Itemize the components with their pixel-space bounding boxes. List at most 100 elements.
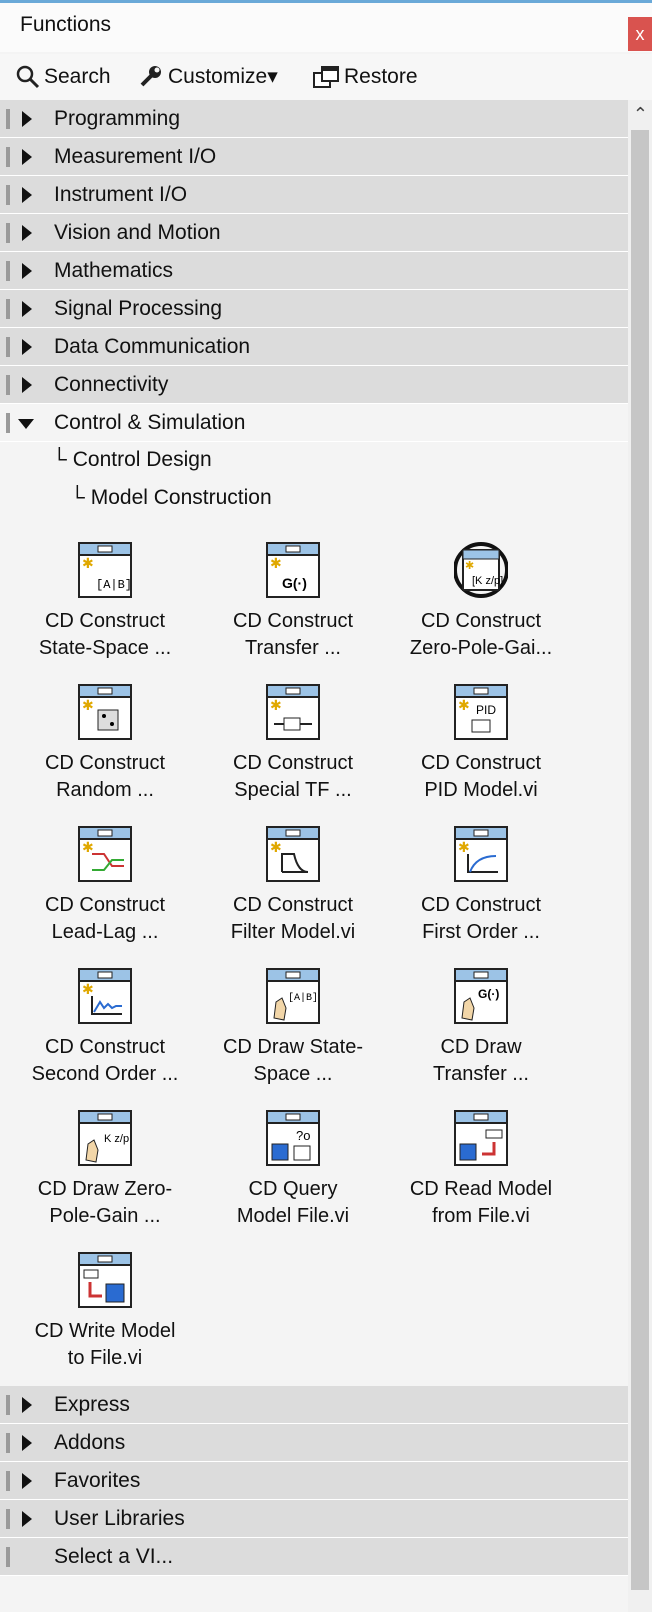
category-list-bottom: Express Addons Favorites User Libraries …	[0, 1386, 628, 1576]
svg-text:✱: ✱	[270, 555, 282, 571]
restore-icon	[313, 66, 339, 88]
item-caption: CD Construct Zero-Pole-Gai...	[409, 610, 553, 659]
category-row[interactable]: Measurement I/O	[0, 138, 628, 176]
expand-arrow-icon[interactable]	[22, 187, 32, 203]
search-icon	[16, 65, 40, 89]
palette-item-query-model-file[interactable]: ?o CD Query Model File.vi	[198, 1110, 388, 1230]
palette-item-draw-transfer[interactable]: G(·) CD Draw Transfer ...	[386, 968, 576, 1088]
breadcrumb-label: Control Design	[72, 448, 212, 471]
zero-pole-gain-icon: ✱ [K z/p]	[453, 542, 509, 598]
category-label: Favorites	[54, 1469, 141, 1492]
item-caption: CD Query Model File.vi	[236, 1178, 350, 1227]
palette-item-special-tf[interactable]: ✱ CD Construct Special TF ...	[198, 684, 388, 804]
scroll-up-icon[interactable]: ⌃	[633, 104, 648, 125]
expand-arrow-icon[interactable]	[22, 225, 32, 241]
grip-icon	[6, 1547, 10, 1567]
grip-icon	[6, 1509, 10, 1529]
grip-icon	[6, 299, 10, 319]
palette-item-write-model-file[interactable]: CD Write Model to File.vi	[10, 1252, 200, 1372]
svg-text:PID: PID	[476, 703, 496, 717]
category-label: Select a VI...	[54, 1545, 174, 1568]
grip-icon	[6, 375, 10, 395]
category-label: Control & Simulation	[54, 411, 246, 434]
svg-text:✱: ✱	[82, 555, 94, 571]
palette-item-filter[interactable]: ✱ CD Construct Filter Model.vi	[198, 826, 388, 946]
category-row[interactable]: Express	[0, 1386, 628, 1424]
palette-item-first-order[interactable]: ✱ CD Construct First Order ...	[386, 826, 576, 946]
svg-text:✱: ✱	[82, 697, 94, 713]
category-label: Vision and Motion	[54, 221, 221, 244]
item-caption: CD Construct First Order ...	[420, 894, 542, 943]
category-label: Connectivity	[54, 373, 169, 396]
palette-item-read-model-file[interactable]: CD Read Model from File.vi	[386, 1110, 576, 1230]
expand-arrow-icon[interactable]	[22, 301, 32, 317]
palette-item-zero-pole-gain[interactable]: ✱ [K z/p] CD Construct Zero-Pole-Gai...	[386, 542, 576, 662]
restore-button[interactable]: Restore	[312, 62, 418, 92]
grip-icon	[6, 147, 10, 167]
expand-arrow-icon[interactable]	[22, 1473, 32, 1489]
expand-arrow-icon[interactable]	[22, 111, 32, 127]
svg-text:✱: ✱	[465, 560, 474, 572]
category-row[interactable]: Signal Processing	[0, 290, 628, 328]
second-order-icon: ✱	[78, 968, 132, 1024]
grip-icon	[6, 185, 10, 205]
category-label: Addons	[54, 1431, 126, 1454]
grip-icon	[6, 1471, 10, 1491]
grip-icon	[6, 337, 10, 357]
expand-arrow-icon[interactable]	[22, 1435, 32, 1451]
svg-text:K z/p: K z/p	[104, 1133, 129, 1145]
transfer-function-icon: ✱ G(·)	[266, 542, 320, 598]
breadcrumb-model-construction[interactable]: └ Model Construction	[70, 486, 272, 510]
category-row-open[interactable]: Control & Simulation	[0, 404, 628, 442]
category-row[interactable]: Data Communication	[0, 328, 628, 366]
expand-arrow-icon[interactable]	[22, 1511, 32, 1527]
category-label: Express	[54, 1393, 130, 1416]
category-label: Programming	[54, 107, 181, 130]
state-space-icon: ✱ [A|B]	[78, 542, 132, 598]
category-row[interactable]: User Libraries	[0, 1500, 628, 1538]
palette-item-draw-state-space[interactable]: [A|B] CD Draw State- Space ...	[198, 968, 388, 1088]
svg-text:✱: ✱	[458, 839, 470, 855]
category-row[interactable]: Instrument I/O	[0, 176, 628, 214]
palette-item-lead-lag[interactable]: ✱ CD Construct Lead-Lag ...	[10, 826, 200, 946]
palette-item-second-order[interactable]: ✱ CD Construct Second Order ...	[10, 968, 200, 1088]
palette-item-random[interactable]: ✱ CD Construct Random ...	[10, 684, 200, 804]
expand-arrow-icon[interactable]	[22, 263, 32, 279]
toolbar: Search Customize▾ Restore	[0, 54, 652, 100]
category-row[interactable]: Favorites	[0, 1462, 628, 1500]
expand-arrow-icon[interactable]	[22, 377, 32, 393]
item-caption: CD Draw State- Space ...	[222, 1036, 364, 1085]
grip-icon	[6, 1433, 10, 1453]
category-row[interactable]: Connectivity	[0, 366, 628, 404]
palette-item-state-space[interactable]: ✱ [A|B] CD Construct State-Space ...	[10, 542, 200, 662]
category-label: Measurement I/O	[54, 145, 217, 168]
svg-text:[K z/p]: [K z/p]	[472, 575, 503, 587]
search-button[interactable]: Search	[16, 62, 111, 92]
svg-text:G(·): G(·)	[478, 987, 499, 1001]
category-row[interactable]: Vision and Motion	[0, 214, 628, 252]
svg-text:✱: ✱	[270, 697, 282, 713]
scrollbar-thumb[interactable]	[631, 130, 649, 1590]
expand-arrow-icon[interactable]	[22, 1397, 32, 1413]
customize-label: Customize▾	[168, 65, 278, 88]
item-caption: CD Construct Random ...	[44, 752, 166, 801]
item-caption: CD Construct Second Order ...	[31, 1036, 179, 1085]
close-button[interactable]: x	[628, 17, 652, 51]
expand-arrow-icon[interactable]	[22, 339, 32, 355]
palette-item-draw-zpk[interactable]: K z/p CD Draw Zero- Pole-Gain ...	[10, 1110, 200, 1230]
query-model-file-icon: ?o	[266, 1110, 320, 1166]
palette-item-transfer[interactable]: ✱ G(·) CD Construct Transfer ...	[198, 542, 388, 662]
lead-lag-icon: ✱	[78, 826, 132, 882]
collapse-arrow-icon[interactable]	[18, 419, 34, 429]
draw-transfer-icon: G(·)	[454, 968, 508, 1024]
category-row[interactable]: Addons	[0, 1424, 628, 1462]
expand-arrow-icon[interactable]	[22, 149, 32, 165]
customize-button[interactable]: Customize▾	[138, 62, 278, 92]
read-model-file-icon	[454, 1110, 508, 1166]
category-row[interactable]: Programming	[0, 100, 628, 138]
palette-item-pid[interactable]: ✱ PID CD Construct PID Model.vi	[386, 684, 576, 804]
category-row[interactable]: Select a VI...	[0, 1538, 628, 1576]
window-title: Functions	[20, 13, 112, 36]
category-row[interactable]: Mathematics	[0, 252, 628, 290]
breadcrumb-control-design[interactable]: └ Control Design	[52, 448, 212, 472]
